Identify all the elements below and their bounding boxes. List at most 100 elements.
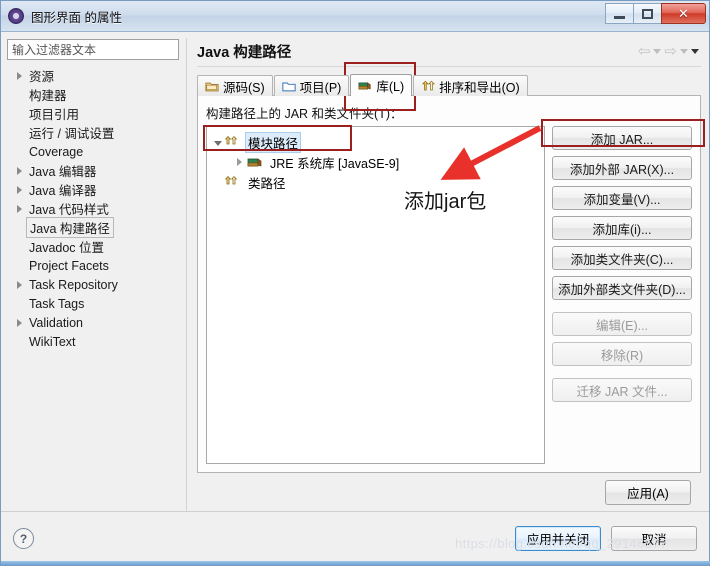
sidebar-item-label: Project Facets [29,258,109,273]
add-jar-button[interactable]: 添加 JAR... [552,126,692,150]
page-title: Java 构建路径 [197,44,292,61]
add-library-button[interactable]: 添加库(i)... [552,216,692,240]
sidebar-item-java-editor[interactable]: Java 编辑器 [7,161,179,180]
sidebar-item-project-facets[interactable]: Project Facets [7,256,179,275]
sidebar-item-ziyuan[interactable]: 资源 [7,66,179,85]
order-export-icon [422,80,436,90]
chevron-right-icon[interactable] [13,186,26,194]
remove-button: 移除(R) [552,342,692,366]
sidebar-item-project-references[interactable]: 项目引用 [7,104,179,123]
sidebar-item-label: 构建器 [29,89,67,103]
sidebar-item-wikitext[interactable]: WikiText [7,332,179,351]
tree-row-label: 类路径 [248,176,286,191]
window-title: 图形界面 的属性 [31,10,122,25]
sidebar-item-label: 运行 / 调试设置 [29,127,115,141]
build-path-tree[interactable]: 模块路径 JRE 系统库 [JavaSE-9] 类路径 [206,126,545,464]
sidebar-item-builders[interactable]: 构建器 [7,85,179,104]
tab-label: 排序和导出(O) [439,80,520,95]
tree-row-modulepath[interactable]: 模块路径 [210,131,541,153]
close-button[interactable]: ✕ [661,3,706,24]
sidebar-item-validation[interactable]: Validation [7,313,179,332]
tab-order-and-export[interactable]: 排序和导出(O) [413,75,528,96]
sidebar-item-label: 资源 [29,70,55,84]
sidebar-item-label: Task Tags [29,296,85,311]
settings-page: Java 构建路径 ⇦ ⇨ 源码(S) 项目(P) 库(L) 排序和导出(O) … [187,32,709,511]
sidebar-item-java-compiler[interactable]: Java 编译器 [7,180,179,199]
tab-label: 项目(P) [299,80,342,95]
cancel-button[interactable]: 取消 [611,526,697,551]
add-variable-button[interactable]: 添加变量(V)... [552,186,692,210]
sidebar-item-label: 项目引用 [29,108,80,122]
back-arrow-icon[interactable]: ⇦ [638,44,651,59]
modulepath-icon [225,136,238,145]
tree-row-jre-system-library[interactable]: JRE 系统库 [JavaSE-9] [210,152,541,172]
dialog-footer: ? 应用并关闭 取消 [1,511,709,565]
library-icon [247,158,262,167]
library-icon [358,82,371,90]
sidebar-item-label: Java 代码样式 [29,203,109,217]
sidebar-item-java-code-style[interactable]: Java 代码样式 [7,199,179,218]
title-bar[interactable]: 图形界面 的属性 ✕ [1,1,709,32]
add-class-folder-button[interactable]: 添加类文件夹(C)... [552,246,692,270]
tab-source[interactable]: 源码(S) [197,75,273,96]
sidebar-item-run-debug-settings[interactable]: 运行 / 调试设置 [7,123,179,142]
sidebar-item-label: Java 编译器 [29,184,97,198]
filter-input[interactable]: 输入过滤器文本 [7,39,179,60]
properties-dialog: 图形界面 的属性 ✕ 输入过滤器文本 资源 构建器 项目引用 运行 / 调试设置… [0,0,710,566]
page-navigation: ⇦ ⇨ [638,44,701,59]
chevron-right-icon[interactable] [13,167,26,175]
chevron-right-icon[interactable] [13,72,26,80]
settings-tree[interactable]: 资源 构建器 项目引用 运行 / 调试设置 Coverage Java 编辑器 … [7,66,179,511]
add-external-class-folder-button[interactable]: 添加外部类文件夹(D)... [552,276,692,300]
tab-label: 库(L) [376,80,405,94]
apply-and-close-button[interactable]: 应用并关闭 [515,526,601,551]
taskbar-strip [1,561,710,565]
sidebar-item-task-repository[interactable]: Task Repository [7,275,179,294]
sidebar-item-label: Java 构建路径 [26,217,114,238]
minimize-button[interactable] [605,3,634,24]
sidebar-item-label: Task Repository [29,277,118,292]
tree-row-classpath[interactable]: 类路径 [210,172,541,192]
sidebar-item-label: Javadoc 位置 [29,241,105,255]
forward-arrow-icon[interactable]: ⇨ [664,44,677,59]
forward-history-chevron-icon[interactable] [680,48,688,54]
back-history-chevron-icon[interactable] [653,48,662,54]
source-folder-icon [205,82,219,91]
project-icon [282,82,296,91]
classpath-icon [225,176,238,185]
sidebar-item-task-tags[interactable]: Task Tags [7,294,179,313]
maximize-button[interactable] [633,3,662,24]
chevron-right-icon[interactable] [13,281,26,289]
sidebar-item-label: WikiText [29,334,76,349]
chevron-right-icon[interactable] [13,319,26,327]
sidebar-item-java-build-path[interactable]: Java 构建路径 [7,217,179,238]
migrate-jar-file-button: 迁移 JAR 文件... [552,378,692,402]
content-row: 输入过滤器文本 资源 构建器 项目引用 运行 / 调试设置 Coverage J… [1,32,709,511]
apply-button[interactable]: 应用(A) [605,479,691,505]
sidebar-item-coverage[interactable]: Coverage [7,142,179,161]
dialog-body: 输入过滤器文本 资源 构建器 项目引用 运行 / 调试设置 Coverage J… [1,32,709,565]
page-header: Java 构建路径 ⇦ ⇨ [197,38,701,64]
sidebar-item-label: Java 编辑器 [29,165,97,179]
tab-label: 源码(S) [223,80,265,95]
chevron-down-icon[interactable] [210,139,225,146]
sidebar-item-javadoc-location[interactable]: Javadoc 位置 [7,237,179,256]
apply-row: 应用(A) [197,473,701,511]
chevron-right-icon[interactable] [232,158,247,166]
libraries-tab-panel: 构建路径上的 JAR 和类文件夹(T)： 模块路径 JRE 系统库 [JavaS… [197,95,701,473]
tab-libraries[interactable]: 库(L) [350,74,413,96]
tab-projects[interactable]: 项目(P) [273,75,350,96]
button-spacer [552,408,692,464]
sidebar-item-label: Coverage [29,144,84,159]
library-action-buttons: 添加 JAR... 添加外部 JAR(X)... 添加变量(V)... 添加库(… [552,126,692,464]
filter-placeholder: 输入过滤器文本 [12,43,97,57]
properties-icon [8,8,24,24]
settings-sidebar: 输入过滤器文本 资源 构建器 项目引用 运行 / 调试设置 Coverage J… [1,32,186,511]
chevron-right-icon[interactable] [13,205,26,213]
list-label: 构建路径上的 JAR 和类文件夹(T)： [206,107,403,121]
add-external-jar-button[interactable]: 添加外部 JAR(X)... [552,156,692,180]
help-icon[interactable]: ? [13,528,34,549]
menu-chevron-icon[interactable] [691,48,699,54]
sidebar-item-label: Validation [29,315,83,330]
list-row: 模块路径 JRE 系统库 [JavaSE-9] 类路径 添加 JAR... 添加… [206,126,692,464]
